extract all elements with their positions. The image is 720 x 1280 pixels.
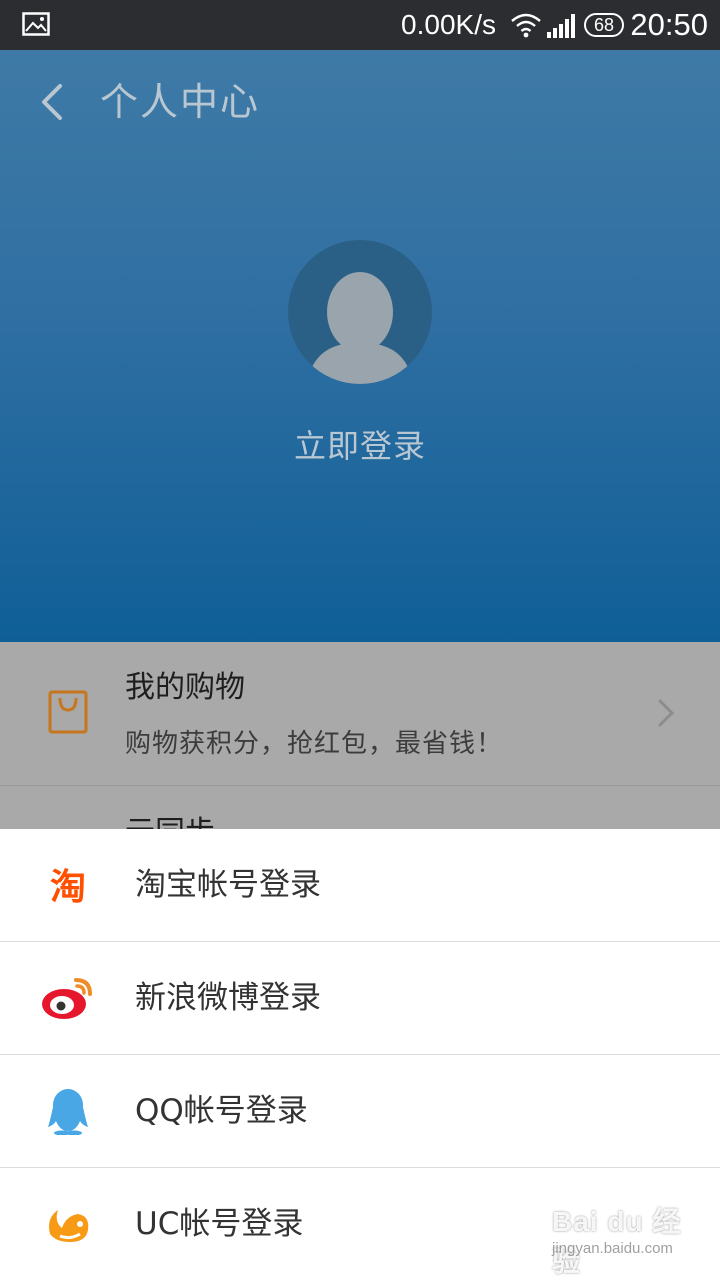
uc-icon	[49, 1210, 89, 1242]
chevron-right-icon	[658, 699, 675, 727]
page-title: 个人中心	[100, 80, 261, 124]
qq-login-option[interactable]: QQ帐号登录	[0, 1055, 720, 1167]
shopping-subtitle: 购物获积分，抢红包，最省钱！	[125, 729, 504, 759]
svg-text:淘: 淘	[50, 867, 86, 908]
weibo-icon	[42, 978, 92, 1019]
watermark-url: jingyan.baidu.com	[552, 1240, 673, 1257]
shopping-title: 我的购物	[125, 670, 245, 705]
taobao-login-label: 淘宝帐号登录	[135, 867, 321, 903]
cloud-sync-title: 云同步	[125, 813, 215, 829]
shopping-bag-icon	[48, 690, 88, 734]
uc-login-label: UC帐号登录	[135, 1206, 304, 1242]
weibo-login-option[interactable]: 新浪微博登录	[0, 942, 720, 1054]
battery-indicator: 68	[584, 13, 624, 37]
clock: 20:50	[630, 7, 708, 42]
network-speed: 0.00K/s	[401, 9, 496, 40]
weibo-login-label: 新浪微博登录	[135, 980, 321, 1016]
qq-login-label: QQ帐号登录	[135, 1093, 308, 1129]
default-user-icon	[306, 272, 414, 384]
profile-header: 个人中心 立即登录	[0, 50, 720, 642]
baidu-jingyan-watermark: Bai du 经验 jingyan.baidu.com	[552, 1200, 692, 1277]
taobao-login-option[interactable]: 淘 淘宝帐号登录	[0, 829, 720, 941]
qq-icon	[48, 1089, 88, 1135]
taobao-icon: 淘	[50, 867, 86, 908]
status-bar: 0.00K/s 68 20:50	[0, 0, 720, 50]
login-now-link[interactable]: 立即登录	[0, 425, 720, 467]
image-notification-icon	[22, 12, 50, 36]
menu-list: 我的购物 购物获积分，抢红包，最省钱！ 云同步	[0, 642, 720, 829]
avatar[interactable]	[288, 240, 432, 384]
back-arrow-icon[interactable]	[30, 78, 78, 126]
wifi-icon	[511, 13, 541, 38]
my-shopping-row[interactable]: 我的购物 购物获积分，抢红包，最省钱！	[0, 642, 720, 785]
cloud-sync-row[interactable]: 云同步	[0, 786, 720, 829]
signal-icon	[547, 14, 575, 38]
